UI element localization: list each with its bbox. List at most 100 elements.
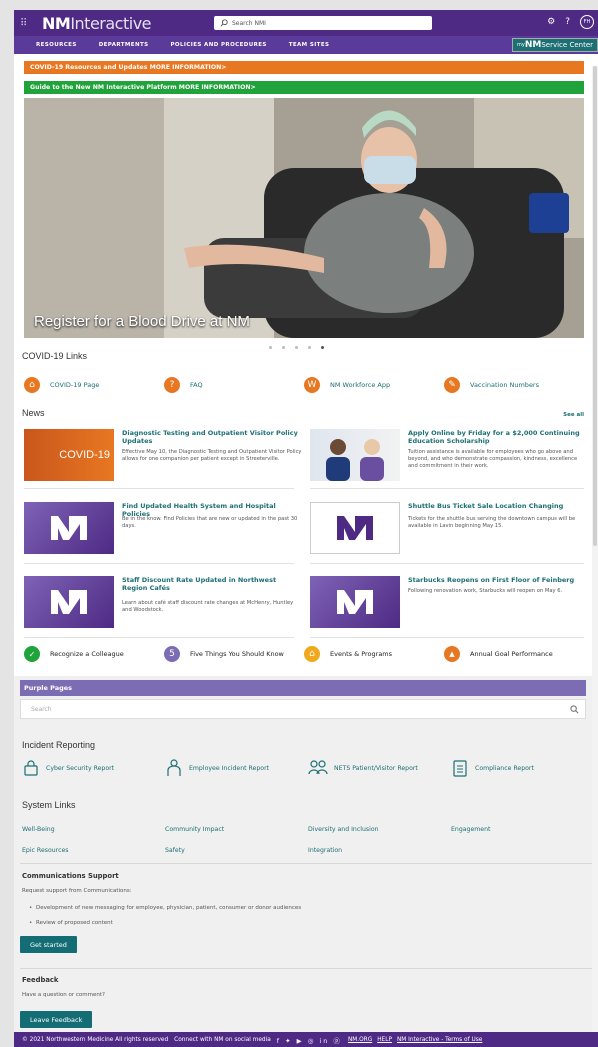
main-nav: RESOURCES DEPARTMENTS POLICIES AND PROCE… bbox=[14, 36, 598, 54]
news-desc: Learn about café staff discount rate cha… bbox=[122, 600, 294, 614]
main-content: COVID-19 Resources and Updates MORE INFO… bbox=[14, 54, 598, 1047]
lock-icon bbox=[24, 760, 38, 776]
home-icon: ⌂ bbox=[304, 646, 320, 662]
search-icon[interactable] bbox=[570, 705, 579, 714]
comms-heading: Communications Support bbox=[22, 872, 119, 880]
divider bbox=[310, 563, 584, 564]
service-center-label: Service Center bbox=[541, 41, 593, 49]
thumbs-up-icon: ✓ bbox=[24, 646, 40, 662]
incident-nets[interactable]: NETS Patient/Visitor Report bbox=[308, 759, 451, 777]
footer: © 2021 Northwestern Medicine All rights … bbox=[14, 1032, 598, 1047]
news-desc: Tickets for the shuttle bus serving the … bbox=[408, 516, 576, 530]
news-thumbnail bbox=[310, 429, 400, 481]
covid-link-vaccination[interactable]: ✎ Vaccination Numbers bbox=[444, 377, 584, 393]
news-thumbnail-text: COVID-19 bbox=[59, 449, 110, 461]
chart-icon: ▲ bbox=[444, 646, 460, 662]
incident-link-label: Cyber Security Report bbox=[46, 764, 115, 772]
footer-link-nmorg[interactable]: NM.ORG bbox=[348, 1037, 372, 1043]
incident-cyber[interactable]: Cyber Security Report bbox=[22, 759, 165, 777]
service-center-button[interactable]: my NM Service Center bbox=[512, 38, 598, 52]
carousel-dot[interactable] bbox=[282, 346, 285, 349]
news-title[interactable]: Shuttle Bus Ticket Sale Location Changin… bbox=[408, 502, 588, 510]
people-image bbox=[326, 439, 384, 481]
news-item[interactable]: Starbucks Reopens on First Floor of Fein… bbox=[310, 576, 590, 632]
news-title[interactable]: Starbucks Reopens on First Floor of Fein… bbox=[408, 576, 588, 584]
covid-banner[interactable]: COVID-19 Resources and Updates MORE INFO… bbox=[24, 61, 584, 74]
top-bar: ⠿ NMInteractive Search NMI ⚙ ? FH bbox=[14, 10, 598, 36]
divider bbox=[24, 563, 294, 564]
news-item[interactable]: Apply Online by Friday for a $2,000 Cont… bbox=[310, 429, 590, 485]
system-link[interactable]: Engagement bbox=[451, 826, 594, 833]
news-item[interactable]: Shuttle Bus Ticket Sale Location Changin… bbox=[310, 502, 590, 558]
incident-compliance[interactable]: Compliance Report bbox=[451, 759, 594, 777]
covid-link-faq[interactable]: ? FAQ bbox=[164, 377, 304, 393]
quick-link-goal[interactable]: ▲ Annual Goal Performance bbox=[444, 646, 584, 662]
get-started-button[interactable]: Get started bbox=[20, 936, 77, 953]
five-icon: 5 bbox=[164, 646, 180, 662]
covid-link-workforce-app[interactable]: W NM Workforce App bbox=[304, 377, 444, 393]
incident-link-label: Employee Incident Report bbox=[189, 764, 270, 772]
system-link[interactable]: Epic Resources bbox=[22, 847, 165, 854]
gear-icon[interactable]: ⚙ bbox=[547, 17, 555, 27]
carousel-dot[interactable] bbox=[295, 346, 298, 349]
carousel-dot-active[interactable] bbox=[321, 346, 324, 349]
syringe-icon: ✎ bbox=[444, 377, 460, 393]
divider bbox=[310, 637, 584, 638]
person-injury-icon bbox=[167, 759, 181, 776]
news-title[interactable]: Staff Discount Rate Updated in Northwest… bbox=[122, 576, 302, 593]
nm-logo-icon bbox=[337, 590, 373, 614]
people-icon bbox=[308, 760, 328, 775]
footer-link-terms[interactable]: NM Interactive - Terms of Use bbox=[397, 1037, 482, 1043]
purple-pages-placeholder: Search bbox=[31, 705, 52, 713]
incident-link-label: Compliance Report bbox=[475, 764, 534, 772]
help-icon[interactable]: ? bbox=[565, 17, 570, 27]
carousel-dot[interactable] bbox=[269, 346, 272, 349]
system-link[interactable]: Diversity and Inclusion bbox=[308, 826, 451, 833]
system-link[interactable]: Community Impact bbox=[165, 826, 308, 833]
news-item[interactable]: COVID-19 Diagnostic Testing and Outpatie… bbox=[24, 429, 304, 485]
covid-link-page[interactable]: ⌂ COVID-19 Page bbox=[24, 377, 164, 393]
hero-title[interactable]: Register for a Blood Drive at NM bbox=[34, 313, 250, 330]
purple-pages-header: Purple Pages bbox=[20, 680, 586, 696]
purple-pages-search-input[interactable]: Search bbox=[20, 699, 586, 719]
quick-link-five-things[interactable]: 5 Five Things You Should Know bbox=[164, 646, 304, 662]
hero-image bbox=[24, 98, 584, 338]
comms-intro: Request support from Communications: bbox=[22, 888, 132, 894]
social-icons[interactable]: f ✦ ▶ ◎ in ⓟ bbox=[277, 1035, 342, 1045]
w-app-icon: W bbox=[304, 377, 320, 393]
footer-link-help[interactable]: HELP bbox=[377, 1037, 392, 1043]
quick-links: ✓ Recognize a Colleague 5 Five Things You … bbox=[24, 646, 584, 662]
hero-carousel[interactable]: Register for a Blood Drive at NM bbox=[24, 98, 584, 338]
nm-interactive-logo[interactable]: NMInteractive bbox=[42, 14, 151, 33]
quick-link-recognize[interactable]: ✓ Recognize a Colleague bbox=[24, 646, 164, 662]
search-placeholder: Search NMI bbox=[232, 19, 266, 27]
guide-banner[interactable]: Guide to the New NM Interactive Platform… bbox=[24, 81, 584, 94]
search-input[interactable]: Search NMI bbox=[214, 16, 432, 30]
news-item[interactable]: Find Updated Health System and Hospital … bbox=[24, 502, 304, 558]
news-desc: Tuition assistance is available for empl… bbox=[408, 449, 578, 470]
scrollbar-thumb[interactable] bbox=[593, 66, 597, 546]
news-item[interactable]: Staff Discount Rate Updated in Northwest… bbox=[24, 576, 304, 632]
leave-feedback-button[interactable]: Leave Feedback bbox=[20, 1011, 93, 1028]
nav-policies[interactable]: POLICIES AND PROCEDURES bbox=[170, 42, 266, 48]
covid-link-label: COVID-19 Page bbox=[50, 381, 100, 389]
see-all-link[interactable]: See all bbox=[563, 412, 584, 418]
system-link[interactable]: Well-Being bbox=[22, 826, 165, 833]
incident-employee[interactable]: Employee Incident Report bbox=[165, 759, 308, 777]
system-link[interactable]: Integration bbox=[308, 847, 451, 854]
carousel-dot[interactable] bbox=[308, 346, 311, 349]
quick-link-events[interactable]: ⌂ Events & Programs bbox=[304, 646, 444, 662]
comms-bullet: Development of new messaging for employe… bbox=[29, 905, 301, 911]
footer-social-text: Connect with NM on social media bbox=[174, 1036, 271, 1043]
avatar[interactable]: FH bbox=[580, 15, 594, 29]
nav-resources[interactable]: RESOURCES bbox=[36, 42, 77, 48]
nav-departments[interactable]: DEPARTMENTS bbox=[99, 42, 149, 48]
news-thumbnail: COVID-19 bbox=[24, 429, 114, 481]
app-launcher-icon[interactable]: ⠿ bbox=[20, 18, 32, 29]
news-title[interactable]: Diagnostic Testing and Outpatient Visito… bbox=[122, 429, 302, 446]
nav-team-sites[interactable]: TEAM SITES bbox=[289, 42, 330, 48]
system-links-heading: System Links bbox=[22, 800, 76, 810]
news-title[interactable]: Apply Online by Friday for a $2,000 Cont… bbox=[408, 429, 588, 446]
system-links: Well-Being Community Impact Diversity an… bbox=[22, 826, 582, 854]
system-link[interactable]: Safety bbox=[165, 847, 308, 854]
